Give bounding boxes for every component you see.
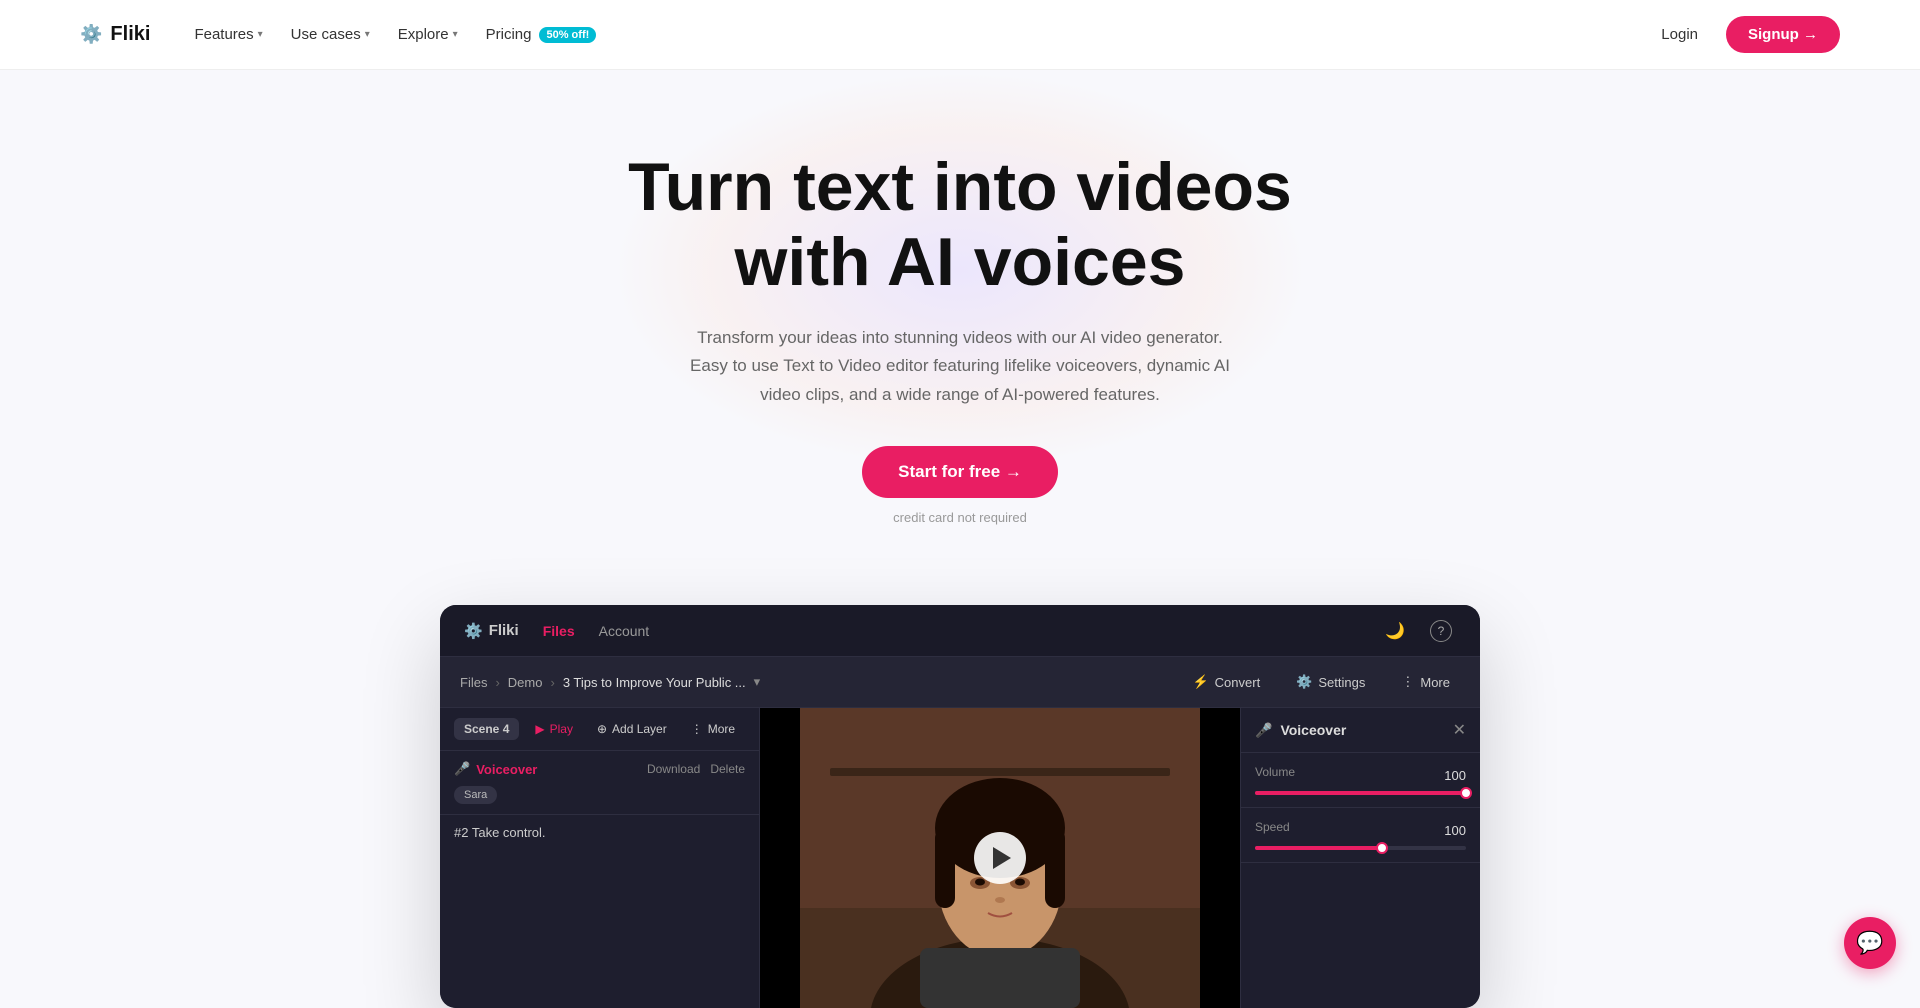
chat-button[interactable]: 💬 [1844, 917, 1896, 969]
speed-field: Speed 100 [1241, 808, 1480, 863]
scene-label: Scene 4 [454, 718, 519, 740]
take-control: #2 Take control. [440, 815, 759, 850]
signup-button[interactable]: Signup → [1726, 16, 1840, 53]
add-layer-button[interactable]: ⊕ Add Layer [589, 718, 675, 740]
more-icon: ⋮ [1401, 674, 1414, 690]
left-panel: Scene 4 ▶ Play ⊕ Add Layer ⋮ More 🎤 [440, 708, 760, 1008]
volume-field: Volume 100 [1241, 753, 1480, 808]
voiceover-title: 🎤 Voiceover [454, 761, 537, 777]
chevron-down-icon: ▾ [754, 674, 761, 690]
app-preview: ⚙️ Fliki Files Account 🌙 ? Files › Demo … [440, 605, 1480, 1008]
breadcrumb-demo[interactable]: Demo [508, 675, 543, 690]
settings-button[interactable]: ⚙️ Settings [1286, 669, 1375, 695]
voiceover-panel-close[interactable]: ✕ [1453, 720, 1466, 740]
editor-area: Scene 4 ▶ Play ⊕ Add Layer ⋮ More 🎤 [440, 708, 1480, 1008]
speed-slider-thumb[interactable] [1376, 842, 1388, 854]
mic-panel-icon: 🎤 [1255, 722, 1272, 739]
dark-mode-button[interactable]: 🌙 [1380, 616, 1410, 646]
breadcrumb-actions: ⚡ Convert ⚙️ Settings ⋮ More [1182, 669, 1460, 695]
play-overlay-button[interactable] [974, 832, 1026, 884]
chat-icon: 💬 [1856, 930, 1883, 956]
logo-icon: ⚙️ [80, 24, 102, 45]
hero-section: Turn text into videos with AI voices Tra… [0, 70, 1920, 565]
nav-explore[interactable]: Explore ▾ [386, 18, 470, 51]
app-logo[interactable]: ⚙️ Fliki [464, 622, 519, 640]
play-triangle-icon [993, 847, 1011, 869]
convert-button[interactable]: ⚡ Convert [1182, 669, 1270, 695]
login-button[interactable]: Login [1649, 18, 1710, 51]
hero-note: credit card not required [20, 510, 1900, 525]
breadcrumb: Files › Demo › 3 Tips to Improve Your Pu… [460, 674, 760, 690]
more-button[interactable]: ⋮ More [1391, 669, 1460, 695]
video-preview [760, 708, 1240, 1008]
start-free-button[interactable]: Start for free → [862, 446, 1058, 498]
voiceover-panel-header: 🎤 Voiceover ✕ [1241, 708, 1480, 753]
hero-title: Turn text into videos with AI voices [20, 150, 1900, 300]
breadcrumb-file[interactable]: 3 Tips to Improve Your Public ... ▾ [563, 674, 760, 690]
chevron-down-icon: ▾ [453, 29, 458, 40]
nav-links: Features ▾ Use cases ▾ Explore ▾ Pricing… [182, 18, 608, 51]
more-scene-button[interactable]: ⋮ More [683, 718, 743, 740]
breadcrumb-files[interactable]: Files [460, 675, 487, 690]
nav-features[interactable]: Features ▾ [182, 18, 274, 51]
voiceover-panel-title: 🎤 Voiceover [1255, 722, 1346, 739]
speaker-tag[interactable]: Sara [454, 786, 497, 804]
chevron-down-icon: ▾ [365, 29, 370, 40]
chevron-down-icon: ▾ [258, 29, 263, 40]
volume-row: Volume 100 [1255, 765, 1466, 785]
main-nav: ⚙️ Fliki Features ▾ Use cases ▾ Explore … [0, 0, 1920, 70]
voiceover-item: 🎤 Voiceover Download Delete Sara [440, 751, 759, 815]
voiceover-header: 🎤 Voiceover Download Delete [454, 761, 745, 777]
breadcrumb-sep-2: › [550, 675, 554, 690]
help-button[interactable]: ? [1426, 616, 1456, 646]
scene-toolbar: Scene 4 ▶ Play ⊕ Add Layer ⋮ More [440, 708, 759, 751]
volume-value: 100 [1444, 768, 1466, 783]
convert-icon: ⚡ [1192, 674, 1208, 690]
settings-icon: ⚙️ [1296, 674, 1312, 690]
pricing-badge: 50% off! [539, 27, 596, 43]
app-nav-files[interactable]: Files [543, 623, 575, 639]
app-nav-left: ⚙️ Fliki Files Account [464, 622, 649, 640]
logo[interactable]: ⚙️ Fliki [80, 23, 150, 46]
nav-right: Login Signup → [1649, 16, 1840, 53]
voiceover-panel: 🎤 Voiceover ✕ Volume 100 Speed 100 [1240, 708, 1480, 1008]
more-dots-icon: ⋮ [691, 722, 703, 736]
play-icon: ▶ [535, 722, 544, 736]
speed-value: 100 [1444, 823, 1466, 838]
volume-label: Volume [1255, 765, 1295, 779]
app-nav-account[interactable]: Account [599, 623, 650, 639]
take-text: #2 Take control. [454, 825, 745, 840]
nav-pricing[interactable]: Pricing 50% off! [474, 18, 609, 51]
hero-subtitle: Transform your ideas into stunning video… [680, 324, 1240, 411]
nav-left: ⚙️ Fliki Features ▾ Use cases ▾ Explore … [80, 18, 608, 51]
download-button[interactable]: Download [647, 762, 700, 776]
speed-row: Speed 100 [1255, 820, 1466, 840]
speed-label: Speed [1255, 820, 1290, 834]
speed-slider[interactable] [1255, 846, 1466, 850]
app-navbar: ⚙️ Fliki Files Account 🌙 ? [440, 605, 1480, 657]
play-button[interactable]: ▶ Play [527, 718, 581, 740]
delete-button[interactable]: Delete [710, 762, 745, 776]
breadcrumb-sep-1: › [495, 675, 499, 690]
plus-icon: ⊕ [597, 722, 607, 736]
app-logo-icon: ⚙️ [464, 622, 483, 640]
volume-slider[interactable] [1255, 791, 1466, 795]
mic-icon: 🎤 [454, 761, 470, 777]
app-nav-right: 🌙 ? [1380, 616, 1456, 646]
volume-slider-fill [1255, 791, 1466, 795]
voiceover-actions: Download Delete [647, 762, 745, 776]
volume-slider-thumb[interactable] [1460, 787, 1472, 799]
breadcrumb-bar: Files › Demo › 3 Tips to Improve Your Pu… [440, 657, 1480, 708]
nav-use-cases[interactable]: Use cases ▾ [279, 18, 382, 51]
speed-slider-fill [1255, 846, 1382, 850]
logo-text: Fliki [110, 23, 150, 46]
